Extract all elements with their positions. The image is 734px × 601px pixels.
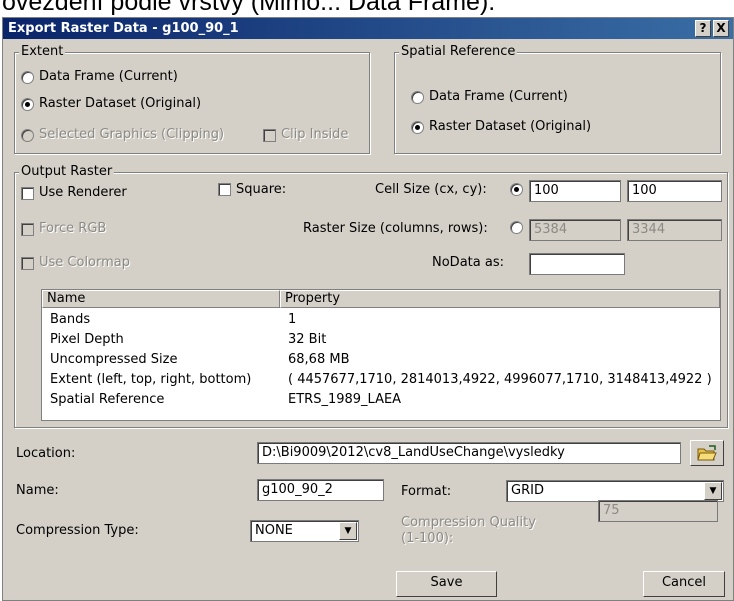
name-input[interactable]: g100_90_2 (257, 479, 384, 501)
help-icon[interactable]: ? (695, 20, 711, 37)
row-property: ETRS_1989_LAEA (288, 392, 402, 407)
sr-radio-data-frame[interactable] (411, 91, 424, 104)
raster-rows-input[interactable]: 3344 (627, 219, 722, 241)
force-rgb-label: Force RGB (39, 221, 107, 236)
clip-inside-checkbox[interactable] (263, 129, 276, 142)
row-name: Uncompressed Size (50, 352, 178, 367)
format-selected-value: GRID (511, 483, 544, 498)
row-name: Pixel Depth (50, 332, 124, 347)
title-bar: Export Raster Data - g100_90_1 ? X (3, 18, 733, 39)
compression-type-label: Compression Type: (16, 523, 139, 538)
use-renderer-label: Use Renderer (39, 185, 127, 200)
extent-option-selected-graphics-label: Selected Graphics (Clipping) (39, 127, 225, 142)
square-checkbox[interactable] (218, 183, 231, 196)
sr-option-data-frame-label: Data Frame (Current) (429, 89, 568, 104)
compression-quality-label-line1: Compression Quality (401, 515, 536, 530)
browse-folder-button[interactable] (690, 440, 724, 466)
compression-type-selected-value: NONE (255, 523, 293, 538)
cell-size-y-input[interactable]: 100 (627, 180, 722, 202)
format-label: Format: (401, 484, 452, 499)
output-raster-legend: Output Raster (19, 164, 115, 180)
export-raster-dialog: Export Raster Data - g100_90_1 ? X Exten… (2, 17, 734, 601)
nodata-input[interactable] (529, 253, 625, 275)
compression-quality-label-line2: (1-100): (401, 531, 454, 546)
extent-option-data-frame-label: Data Frame (Current) (39, 69, 178, 84)
use-colormap-label: Use Colormap (39, 255, 131, 270)
clip-inside-label: Clip Inside (281, 127, 349, 142)
sr-radio-raster-dataset[interactable] (411, 121, 424, 134)
sr-option-raster-dataset-label: Raster Dataset (Original) (429, 119, 592, 134)
row-property: ( 4457677,1710, 2814013,4922, 4996077,17… (288, 372, 712, 387)
cell-size-label: Cell Size (cx, cy): (375, 182, 487, 197)
chevron-down-icon[interactable]: ▼ (704, 482, 722, 500)
row-property: 68,68 MB (288, 352, 350, 367)
extent-option-raster-dataset-label: Raster Dataset (Original) (39, 96, 202, 111)
cell-size-radio[interactable] (510, 183, 523, 196)
raster-size-label: Raster Size (columns, rows): (303, 221, 488, 236)
row-name: Spatial Reference (50, 392, 165, 407)
row-property: 1 (288, 312, 297, 327)
square-label: Square: (236, 182, 287, 197)
location-input[interactable]: D:\Bi9009\2012\cv8_LandUseChange\vysledk… (257, 442, 681, 464)
cell-size-x-input[interactable]: 100 (529, 180, 621, 202)
window-title: Export Raster Data - g100_90_1 (8, 21, 239, 36)
location-label: Location: (16, 446, 76, 461)
row-property: 32 Bit (288, 332, 327, 347)
compression-quality-input[interactable]: 75 (598, 500, 718, 522)
cancel-button[interactable]: Cancel (643, 571, 725, 597)
nodata-label: NoData as: (432, 255, 504, 270)
spatial-reference-legend: Spatial Reference (399, 44, 518, 60)
use-colormap-checkbox[interactable] (21, 257, 34, 270)
close-icon[interactable]: X (713, 20, 729, 37)
name-label: Name: (16, 483, 59, 498)
save-button[interactable]: Save (396, 571, 497, 597)
column-header-property[interactable]: Property (280, 290, 720, 308)
extent-radio-selected-graphics[interactable] (21, 129, 34, 142)
chevron-down-icon[interactable]: ▼ (339, 522, 357, 540)
raster-size-radio[interactable] (510, 221, 523, 234)
extent-radio-data-frame[interactable] (21, 71, 34, 84)
row-name: Bands (50, 312, 91, 327)
spatial-reference-group: Spatial Reference Data Frame (Current) R… (394, 44, 721, 154)
properties-table: Name Property Bands 1 Pixel Depth 32 Bit… (41, 289, 721, 421)
column-header-name[interactable]: Name (42, 290, 280, 308)
compression-type-select[interactable]: NONE ▼ (250, 520, 359, 542)
row-name: Extent (left, top, right, bottom) (50, 372, 252, 387)
extent-radio-raster-dataset[interactable] (21, 98, 34, 111)
raster-columns-input[interactable]: 5384 (529, 219, 621, 241)
extent-legend: Extent (19, 44, 66, 60)
format-select[interactable]: GRID ▼ (506, 480, 724, 502)
extent-group: Extent Data Frame (Current) Raster Datas… (14, 44, 370, 154)
use-renderer-checkbox[interactable] (21, 187, 34, 200)
force-rgb-checkbox[interactable] (21, 223, 34, 236)
open-folder-icon (697, 445, 717, 461)
